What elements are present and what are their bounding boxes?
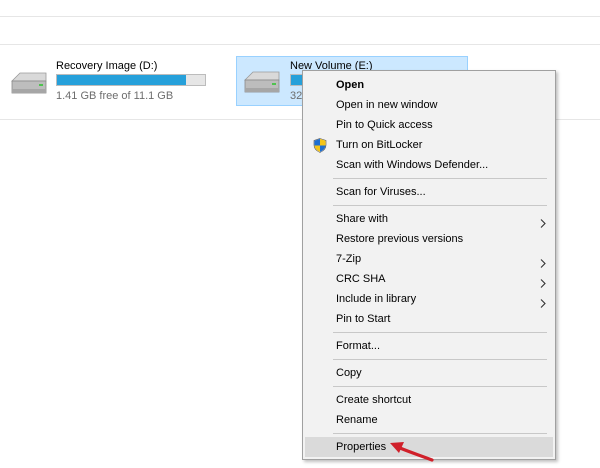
menu-item-label: Pin to Start xyxy=(336,313,391,325)
menu-item-label: Open in new window xyxy=(336,99,438,111)
menu-item-pin-quick-access[interactable]: Pin to Quick access xyxy=(305,115,553,135)
chevron-right-icon xyxy=(539,295,547,308)
menu-item-label: Pin to Quick access xyxy=(336,119,433,131)
context-menu: Open Open in new window Pin to Quick acc… xyxy=(302,70,556,460)
menu-item-scan-viruses[interactable]: Scan for Viruses... xyxy=(305,182,553,202)
toolbar-area xyxy=(0,0,600,12)
menu-item-label: Include in library xyxy=(336,293,417,305)
menu-item-copy[interactable]: Copy xyxy=(305,363,553,383)
menu-item-label: Scan for Viruses... xyxy=(336,186,426,198)
menu-item-bitlocker[interactable]: Turn on BitLocker xyxy=(305,135,553,155)
drive-tile-d[interactable]: Recovery Image (D:) 1.41 GB free of 11.1… xyxy=(4,57,226,105)
menu-item-label: Restore previous versions xyxy=(336,233,464,245)
menu-item-open[interactable]: Open xyxy=(305,75,553,95)
menu-item-label: Copy xyxy=(336,367,362,379)
menu-item-7zip[interactable]: 7-Zip xyxy=(305,249,553,269)
menu-separator xyxy=(333,205,547,206)
menu-separator xyxy=(333,332,547,333)
drive-free-space: 1.41 GB free of 11.1 GB xyxy=(56,90,174,102)
menu-item-label: Scan with Windows Defender... xyxy=(336,159,489,171)
menu-item-label: Format... xyxy=(336,340,381,352)
menu-item-label: Open xyxy=(336,79,365,91)
menu-item-scan-defender[interactable]: Scan with Windows Defender... xyxy=(305,155,553,175)
chevron-right-icon xyxy=(539,215,547,228)
menu-item-restore-versions[interactable]: Restore previous versions xyxy=(305,229,553,249)
drive-name: Recovery Image (D:) xyxy=(56,60,158,72)
menu-item-label: Create shortcut xyxy=(336,394,412,406)
divider xyxy=(0,44,600,45)
menu-separator xyxy=(333,178,547,179)
menu-item-rename[interactable]: Rename xyxy=(305,410,553,430)
menu-item-label: 7-Zip xyxy=(336,253,362,265)
menu-item-label: Rename xyxy=(336,414,378,426)
menu-item-label: CRC SHA xyxy=(336,273,386,285)
menu-item-share-with[interactable]: Share with xyxy=(305,209,553,229)
menu-item-crc-sha[interactable]: CRC SHA xyxy=(305,269,553,289)
hard-drive-icon xyxy=(241,66,281,100)
menu-item-create-shortcut[interactable]: Create shortcut xyxy=(305,390,553,410)
drive-usage-bar xyxy=(56,74,206,86)
menu-item-open-new-window[interactable]: Open in new window xyxy=(305,95,553,115)
menu-item-label: Share with xyxy=(336,213,388,225)
drive-usage-fill xyxy=(57,75,187,85)
divider xyxy=(0,16,600,17)
menu-item-label: Turn on BitLocker xyxy=(336,139,423,151)
menu-item-label: Properties xyxy=(336,441,387,453)
red-arrow-pointer-icon xyxy=(386,432,436,464)
menu-separator xyxy=(333,386,547,387)
uac-shield-icon xyxy=(313,138,327,153)
menu-item-include-library[interactable]: Include in library xyxy=(305,289,553,309)
chevron-right-icon xyxy=(539,255,547,268)
menu-separator xyxy=(333,359,547,360)
menu-separator xyxy=(333,433,547,434)
hard-drive-icon xyxy=(8,67,48,101)
menu-item-format[interactable]: Format... xyxy=(305,336,553,356)
menu-item-pin-start[interactable]: Pin to Start xyxy=(305,309,553,329)
chevron-right-icon xyxy=(539,275,547,288)
